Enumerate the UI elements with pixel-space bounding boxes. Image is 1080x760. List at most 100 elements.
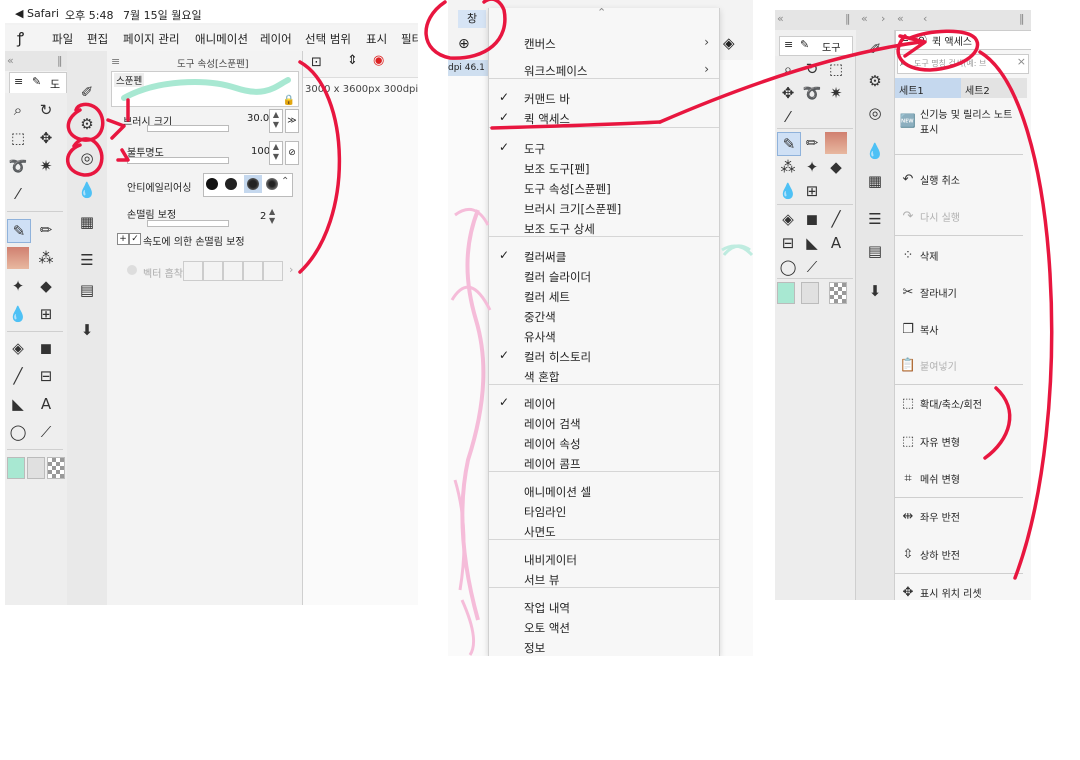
ruler-icon[interactable]: ◣: [801, 232, 823, 254]
airbrush-icon[interactable]: ⁂: [777, 156, 799, 178]
pen-tool-icon[interactable]: ✎: [7, 219, 31, 243]
stabilization-spinner[interactable]: ▲ ▼: [269, 207, 275, 225]
antialias-selector[interactable]: ⌃: [203, 173, 293, 197]
figure-icon[interactable]: ╱: [7, 365, 29, 387]
fill-bucket-icon[interactable]: ◈: [723, 34, 735, 52]
collapse-left-icon[interactable]: «: [7, 54, 14, 67]
collapse-left-icon[interactable]: «: [777, 12, 784, 25]
back-to-safari[interactable]: ◀ Safari: [15, 7, 59, 20]
menu-item[interactable]: 컬러 히스토리 ✓: [489, 346, 719, 366]
menu-item[interactable]: 커맨드 바 ✓: [489, 88, 719, 108]
collapse-double-icon[interactable]: «: [897, 12, 904, 25]
main-color-swatch[interactable]: [777, 282, 795, 304]
transparent-color-swatch[interactable]: [47, 457, 65, 479]
pencil-tool-icon[interactable]: ✏: [801, 132, 823, 154]
tool-tab[interactable]: ≡ ✎ 도: [9, 72, 67, 94]
tool-tab[interactable]: ≡ ✎ 도구: [779, 36, 853, 56]
magic-wand-icon[interactable]: ✷: [35, 155, 57, 177]
chevron-updown-icon[interactable]: ⇕: [347, 53, 358, 68]
quick-access-item[interactable]: ⌗ 메쉬 변형: [895, 461, 1023, 497]
layer-property-icon[interactable]: ▤: [76, 279, 98, 301]
text-icon[interactable]: A: [35, 393, 57, 415]
quick-access-tab[interactable]: ≡ Ⓠ 퀵 액세스: [895, 30, 1031, 50]
menu-page[interactable]: 페이지 관리: [123, 31, 180, 47]
menu-item[interactable]: 도구 속성[스푼펜]: [489, 178, 719, 198]
canvas-frame-icon[interactable]: ⊡: [311, 55, 322, 70]
airbrush-icon[interactable]: ⁂: [35, 247, 57, 269]
menu-item[interactable]: 보조 도구 상세: [489, 218, 719, 238]
pencil-tool-icon[interactable]: ✏: [35, 219, 57, 241]
menu-item[interactable]: 컬러 슬라이더: [489, 266, 719, 286]
eyedropper-icon[interactable]: ⁄: [777, 106, 799, 128]
eraser-icon[interactable]: ◆: [825, 156, 847, 178]
quick-access-item[interactable]: ↷ 다시 실행: [895, 199, 1023, 235]
opacity-slider[interactable]: [127, 157, 229, 164]
eyedropper-icon[interactable]: ⁄: [7, 183, 29, 205]
brush-size-spinner[interactable]: ▲ ▼: [269, 109, 283, 133]
quick-access-item[interactable]: ⇳ 상하 반전: [895, 537, 1023, 573]
gradient-icon[interactable]: ◼: [801, 208, 823, 230]
vector-snap-radio[interactable]: [127, 265, 137, 275]
material-icon[interactable]: ⬇: [76, 319, 98, 341]
brush-size-expand-icon[interactable]: ≫: [285, 109, 299, 133]
layers-icon[interactable]: ☰: [76, 249, 98, 271]
menu-selection[interactable]: 선택 범위: [305, 31, 351, 47]
set-tab-2[interactable]: 세트2: [961, 78, 1027, 98]
magic-wand-icon[interactable]: ✷: [825, 82, 847, 104]
brush-size-icon[interactable]: ◎: [76, 147, 98, 169]
zoom-icon[interactable]: ⌕: [777, 58, 799, 80]
menu-item[interactable]: 캔버스 ›: [489, 33, 719, 53]
menu-filter[interactable]: 필터: [401, 31, 418, 47]
transparent-color-swatch[interactable]: [829, 282, 847, 304]
balloon-icon[interactable]: ◯: [777, 256, 799, 278]
vector-snap-options[interactable]: [183, 261, 283, 281]
menu-item[interactable]: 타임라인: [489, 501, 719, 521]
menu-item[interactable]: 퀵 액세스 ✓: [489, 108, 719, 128]
zoom-icon[interactable]: ⌕: [7, 99, 29, 121]
collapse-icon[interactable]: «: [861, 12, 868, 25]
menu-item[interactable]: 정보: [489, 637, 719, 656]
decoration-icon[interactable]: ✦: [7, 275, 29, 297]
menu-item[interactable]: 유사색: [489, 326, 719, 346]
menu-item[interactable]: 컬러써클 ✓: [489, 246, 719, 266]
canvas-area[interactable]: ⊡ ⇕ ◉ 3000 x 3600px 300dpi 4: [303, 51, 418, 605]
mesh-icon[interactable]: ⊞: [801, 180, 823, 202]
object-icon[interactable]: ⬚: [7, 127, 29, 149]
menu-item[interactable]: 도구 ✓: [489, 138, 719, 158]
lasso-icon[interactable]: ➰: [7, 155, 29, 177]
ruler-icon[interactable]: ◣: [7, 393, 29, 415]
menu-item[interactable]: 애니메이션 셀: [489, 481, 719, 501]
app-logo-icon[interactable]: ꝭ: [17, 28, 24, 48]
layers-icon[interactable]: ☰: [864, 208, 886, 230]
material-icon[interactable]: ⬇: [864, 280, 886, 302]
quick-access-item[interactable]: 📋 붙여넣기: [895, 348, 1023, 384]
mesh-icon[interactable]: ⊞: [35, 303, 57, 325]
antialias-strong-icon[interactable]: [266, 178, 278, 190]
gradient-icon[interactable]: ◼: [35, 337, 57, 359]
menu-item[interactable]: 레이어 콤프: [489, 453, 719, 473]
menu-item[interactable]: 레이어 검색: [489, 413, 719, 433]
panel-menu-icon[interactable]: ≡: [111, 55, 120, 68]
opacity-spinner[interactable]: ▲ ▼: [269, 141, 283, 165]
grip-icon[interactable]: ‖: [845, 12, 851, 25]
set-tab-1[interactable]: 세트1: [895, 78, 961, 98]
blend-icon[interactable]: 💧: [7, 303, 29, 325]
tool-property-icon[interactable]: ✐: [864, 38, 886, 60]
menu-item[interactable]: 색 혼합: [489, 366, 719, 386]
menu-item[interactable]: 사면도: [489, 521, 719, 541]
menu-item[interactable]: 작업 내역: [489, 597, 719, 617]
rotate-view-icon[interactable]: ↻: [801, 58, 823, 80]
quick-access-item[interactable]: ✂ 잘라내기: [895, 275, 1023, 311]
balloon-icon[interactable]: ◯: [7, 421, 29, 443]
frame-icon[interactable]: ⊟: [35, 365, 57, 387]
quick-access-item[interactable]: ⇹ 좌우 반전: [895, 499, 1023, 535]
menu-edit[interactable]: 편집: [87, 31, 108, 47]
search-field[interactable]: ⌕ 도구 명칭 검색(예: 브 ×: [897, 54, 1029, 74]
speed-stabilization-checkbox[interactable]: ✓: [129, 233, 141, 245]
clear-icon[interactable]: ×: [1017, 55, 1026, 68]
menu-item[interactable]: 오토 액션: [489, 617, 719, 637]
chevron-right-icon[interactable]: ›: [289, 263, 293, 276]
opacity-value[interactable]: 100: [251, 146, 270, 157]
stabilization-value[interactable]: 2: [260, 211, 266, 222]
stabilization-slider[interactable]: [147, 220, 229, 227]
